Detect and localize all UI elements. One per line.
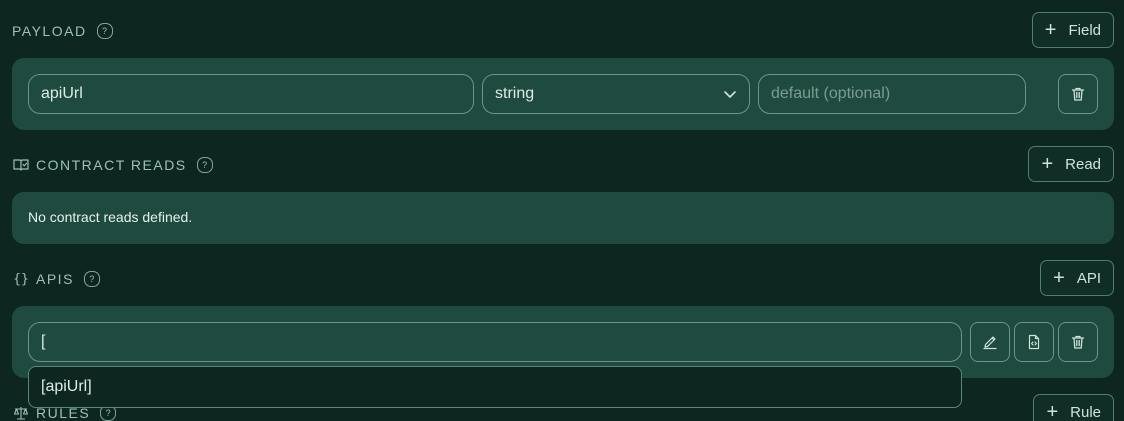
field-default-placeholder: default (optional) bbox=[771, 85, 891, 102]
file-code-icon bbox=[1028, 334, 1040, 350]
plus-icon: + bbox=[1053, 267, 1065, 289]
contract-reads-title: CONTRACT READS bbox=[36, 157, 187, 173]
add-api-label: API bbox=[1076, 269, 1101, 287]
contract-reads-panel: No contract reads defined. bbox=[12, 192, 1114, 244]
payload-panel: apiUrl string default (optional) bbox=[12, 58, 1114, 130]
apis-help-icon[interactable]: ? bbox=[83, 271, 100, 287]
contract-reads-empty-message: No contract reads defined. bbox=[28, 209, 193, 225]
pencil-icon bbox=[983, 336, 997, 350]
contract-reads-help-icon[interactable]: ? bbox=[196, 157, 213, 173]
chevron-down-icon bbox=[724, 91, 736, 98]
add-field-label: Field bbox=[1068, 21, 1101, 39]
trash-icon bbox=[1071, 335, 1085, 349]
add-read-button[interactable]: + Read bbox=[1028, 146, 1114, 182]
plus-icon: + bbox=[1046, 401, 1059, 421]
plus-icon: + bbox=[1044, 19, 1057, 41]
delete-field-button[interactable] bbox=[1058, 74, 1098, 114]
autocomplete-suggestion[interactable]: [apiUrl] bbox=[28, 366, 962, 408]
apis-title: APIS bbox=[36, 271, 74, 287]
app-root: PAYLOAD ? + Field apiUrl string default … bbox=[0, 0, 1124, 421]
add-field-button[interactable]: + Field bbox=[1031, 12, 1114, 48]
trash-icon bbox=[1071, 87, 1085, 101]
book-icon bbox=[12, 156, 30, 174]
code-file-button[interactable] bbox=[1014, 322, 1054, 362]
payload-help-icon[interactable]: ? bbox=[96, 23, 113, 39]
apis-header: {} APIS ? bbox=[12, 269, 100, 289]
add-rule-button[interactable]: + Rule bbox=[1033, 394, 1114, 421]
field-default-input[interactable]: default (optional) bbox=[758, 74, 1026, 114]
contract-reads-header: CONTRACT READS ? bbox=[12, 155, 213, 175]
payload-title: PAYLOAD bbox=[12, 23, 87, 39]
field-name-input[interactable]: apiUrl bbox=[28, 74, 474, 114]
delete-api-button[interactable] bbox=[1058, 322, 1098, 362]
api-url-input[interactable]: [ bbox=[28, 322, 962, 362]
braces-icon: {} bbox=[13, 271, 29, 287]
suggestion-label: [apiUrl] bbox=[41, 378, 92, 395]
add-api-button[interactable]: + API bbox=[1040, 260, 1114, 296]
add-read-label: Read bbox=[1065, 155, 1101, 173]
payload-header: PAYLOAD ? bbox=[12, 21, 113, 41]
field-type-select[interactable]: string bbox=[482, 74, 750, 114]
field-type-value: string bbox=[495, 85, 535, 102]
add-rule-label: Rule bbox=[1070, 403, 1101, 421]
plus-icon: + bbox=[1041, 153, 1054, 175]
edit-api-button[interactable] bbox=[970, 322, 1010, 362]
field-name-value: apiUrl bbox=[41, 85, 83, 102]
scale-icon bbox=[12, 404, 30, 421]
api-url-value: [ bbox=[41, 333, 46, 350]
